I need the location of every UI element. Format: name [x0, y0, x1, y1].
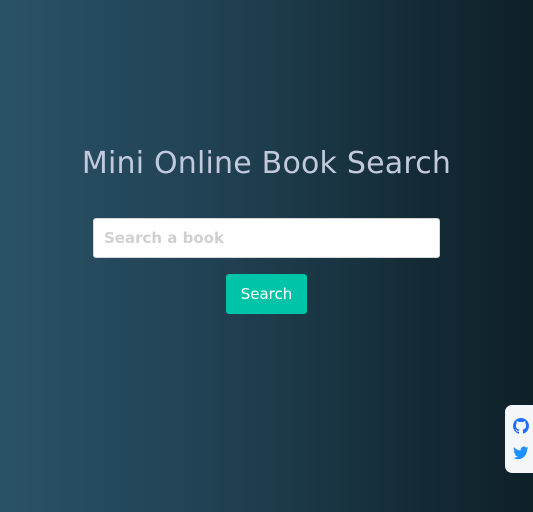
main-container: Mini Online Book Search Search — [0, 0, 533, 512]
twitter-icon — [513, 445, 529, 461]
page-title: Mini Online Book Search — [81, 146, 452, 181]
twitter-link[interactable] — [513, 445, 529, 461]
social-links-panel — [505, 405, 533, 473]
search-button[interactable]: Search — [226, 274, 307, 314]
github-icon — [513, 418, 529, 434]
github-link[interactable] — [513, 418, 529, 434]
search-input[interactable] — [93, 218, 440, 258]
